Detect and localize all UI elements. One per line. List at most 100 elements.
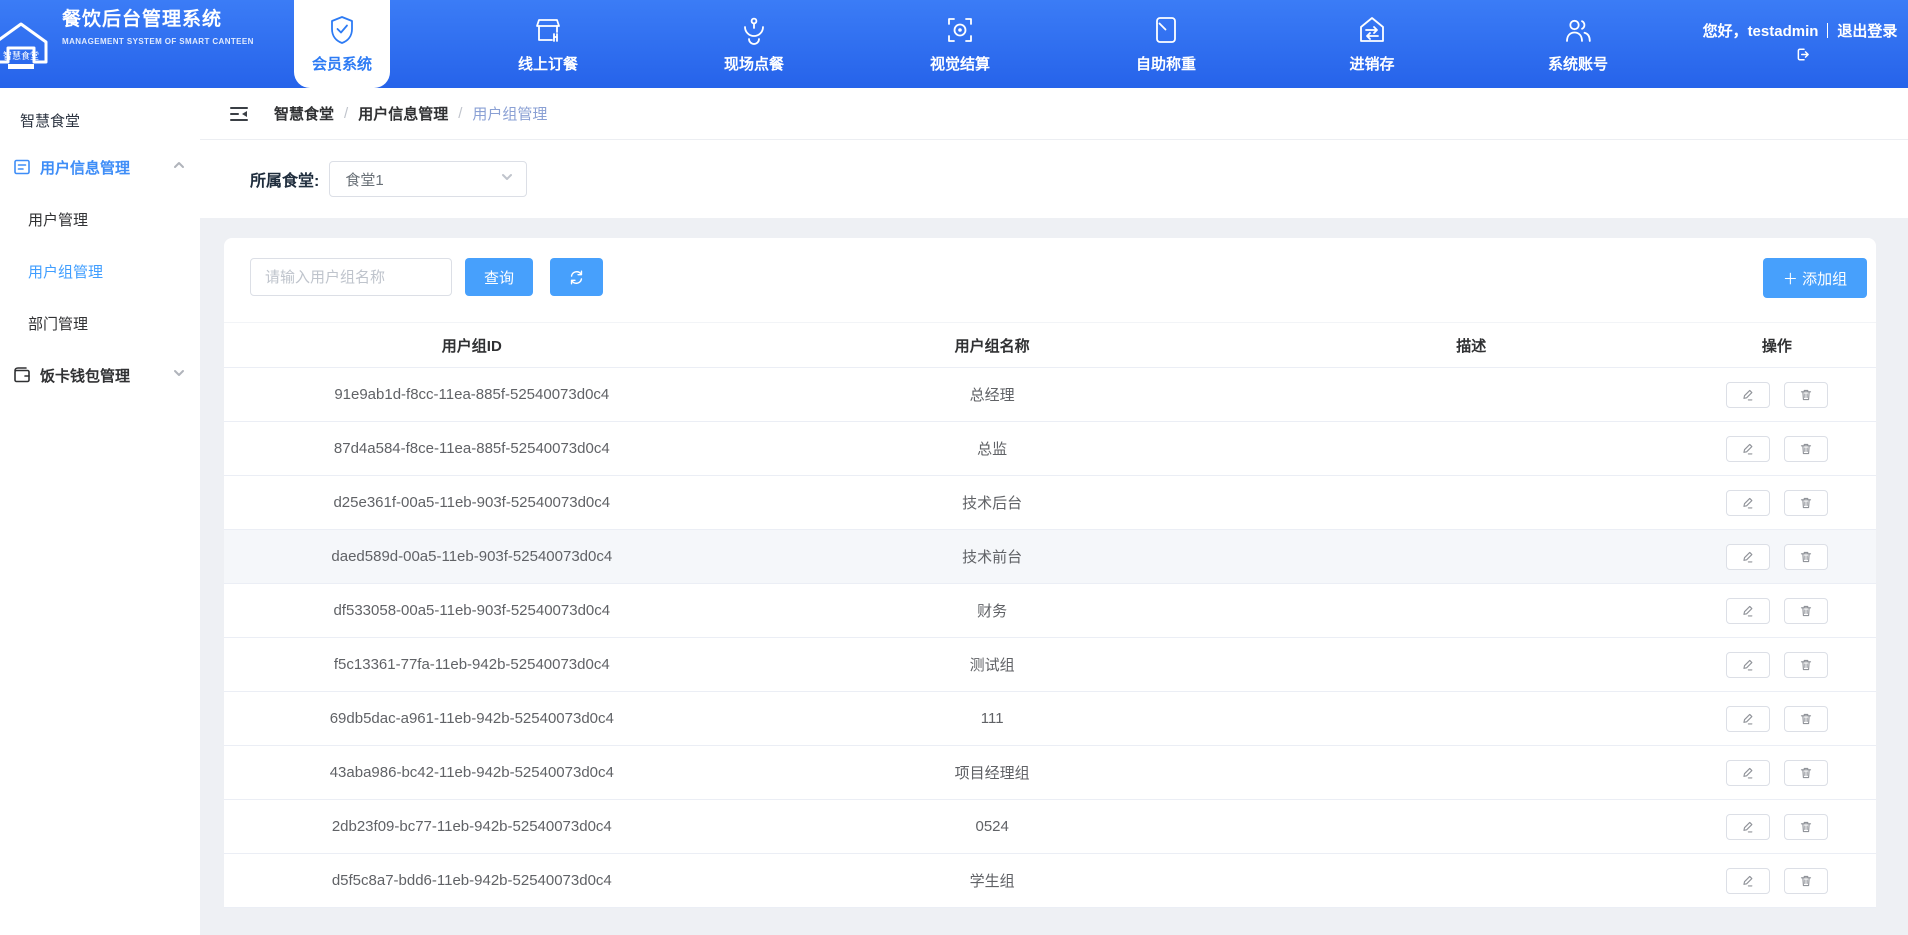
chevron-down-icon bbox=[172, 366, 186, 384]
nav-label: 线上订餐 bbox=[518, 53, 578, 74]
edit-button[interactable] bbox=[1726, 706, 1770, 732]
refresh-button[interactable] bbox=[550, 258, 603, 296]
group-name-search-input[interactable] bbox=[250, 258, 452, 296]
group-name-cell: 总经理 bbox=[720, 384, 1265, 405]
sidebar-item-用户管理[interactable]: 用户管理 bbox=[0, 193, 200, 245]
breadcrumb-bar: 智慧食堂/用户信息管理/用户组管理 bbox=[200, 88, 1908, 140]
app-title: 餐饮后台管理系统 bbox=[62, 4, 254, 31]
pencil-icon bbox=[1741, 442, 1755, 456]
breadcrumb-item[interactable]: 用户信息管理 bbox=[358, 103, 448, 124]
sidebar-item-用户组管理[interactable]: 用户组管理 bbox=[0, 245, 200, 297]
group-id-cell: d25e361f-00a5-11eb-903f-52540073d0c4 bbox=[224, 494, 720, 511]
table-body: 91e9ab1d-f8cc-11ea-885f-52540073d0c4 总经理… bbox=[224, 368, 1876, 908]
sidebar-item-部门管理[interactable]: 部门管理 bbox=[0, 297, 200, 349]
logo-text: 智慧食堂 bbox=[3, 50, 39, 61]
sidebar: 智慧食堂 用户信息管理用户管理用户组管理部门管理饭卡钱包管理 bbox=[0, 88, 200, 935]
edit-button[interactable] bbox=[1726, 760, 1770, 786]
main-content: 智慧食堂/用户信息管理/用户组管理 所属食堂: 食堂1 查询 ＋ 添加组 用户组… bbox=[200, 88, 1908, 935]
edit-button[interactable] bbox=[1726, 652, 1770, 678]
table-row: 69db5dac-a961-11eb-942b-52540073d0c4 111 bbox=[224, 692, 1876, 746]
query-button[interactable]: 查询 bbox=[465, 258, 533, 296]
canteen-filter-label: 所属食堂: bbox=[250, 167, 319, 191]
logout-icon[interactable] bbox=[1790, 47, 1810, 64]
sidebar-title: 智慧食堂 bbox=[20, 110, 200, 131]
user-group-table: 用户组ID用户组名称描述操作 91e9ab1d-f8cc-11ea-885f-5… bbox=[224, 322, 1876, 908]
badge-check-icon bbox=[326, 14, 358, 46]
delete-button[interactable] bbox=[1784, 598, 1828, 624]
sidebar-group-用户信息管理[interactable]: 用户信息管理 bbox=[0, 141, 200, 193]
canteen-logo-icon: 智慧食堂 bbox=[0, 18, 54, 74]
header-nav-item[interactable]: 系统账号 bbox=[1530, 0, 1626, 88]
card-toolbar: 查询 ＋ 添加组 bbox=[224, 238, 1876, 322]
wallet-icon bbox=[12, 365, 32, 385]
nav-label: 自助称重 bbox=[1136, 53, 1196, 74]
delete-button[interactable] bbox=[1784, 706, 1828, 732]
add-group-button[interactable]: ＋ 添加组 bbox=[1763, 258, 1867, 298]
edit-button[interactable] bbox=[1726, 490, 1770, 516]
nav-label: 会员系统 bbox=[312, 53, 372, 74]
pencil-icon bbox=[1741, 550, 1755, 564]
edit-button[interactable] bbox=[1726, 544, 1770, 570]
row-actions bbox=[1678, 814, 1876, 840]
sidebar-menu: 用户信息管理用户管理用户组管理部门管理饭卡钱包管理 bbox=[0, 141, 200, 401]
table-row: d5f5c8a7-bdd6-11eb-942b-52540073d0c4 学生组 bbox=[224, 854, 1876, 908]
table-row: 2db23f09-bc77-11eb-942b-52540073d0c4 052… bbox=[224, 800, 1876, 854]
pencil-icon bbox=[1741, 712, 1755, 726]
header-nav-item[interactable]: 线上订餐 bbox=[500, 0, 596, 88]
pencil-icon bbox=[1741, 658, 1755, 672]
pencil-icon bbox=[1741, 766, 1755, 780]
row-actions bbox=[1678, 652, 1876, 678]
edit-button[interactable] bbox=[1726, 382, 1770, 408]
nav-label: 进销存 bbox=[1349, 53, 1394, 74]
group-id-cell: 87d4a584-f8ce-11ea-885f-52540073d0c4 bbox=[224, 440, 720, 457]
trash-icon bbox=[1799, 604, 1813, 618]
breadcrumb-item[interactable]: 智慧食堂 bbox=[274, 103, 334, 124]
column-header-用户组ID: 用户组ID bbox=[224, 335, 720, 356]
chevron-up-icon bbox=[172, 158, 186, 176]
group-name-cell: 总监 bbox=[720, 438, 1265, 459]
breadcrumb-separator: / bbox=[344, 105, 348, 122]
trash-icon bbox=[1799, 712, 1813, 726]
sidebar-group-饭卡钱包管理[interactable]: 饭卡钱包管理 bbox=[0, 349, 200, 401]
header-nav-item[interactable]: 视觉结算 bbox=[912, 0, 1008, 88]
delete-button[interactable] bbox=[1784, 868, 1828, 894]
pencil-icon bbox=[1741, 496, 1755, 510]
header-nav-item[interactable]: 会员系统 bbox=[294, 0, 390, 88]
delete-button[interactable] bbox=[1784, 382, 1828, 408]
edit-button[interactable] bbox=[1726, 436, 1770, 462]
table-row: 87d4a584-f8ce-11ea-885f-52540073d0c4 总监 bbox=[224, 422, 1876, 476]
pencil-icon bbox=[1741, 388, 1755, 402]
header-nav-item[interactable]: 现场点餐 bbox=[706, 0, 802, 88]
breadcrumb: 智慧食堂/用户信息管理/用户组管理 bbox=[274, 103, 547, 124]
edit-button[interactable] bbox=[1726, 598, 1770, 624]
divider bbox=[1827, 23, 1828, 38]
app-subtitle: MANAGEMENT SYSTEM OF SMART CANTEEN bbox=[62, 37, 254, 46]
trash-icon bbox=[1799, 442, 1813, 456]
trash-icon bbox=[1799, 496, 1813, 510]
table-header-row: 用户组ID用户组名称描述操作 bbox=[224, 322, 1876, 368]
delete-button[interactable] bbox=[1784, 652, 1828, 678]
delete-button[interactable] bbox=[1784, 490, 1828, 516]
edit-button[interactable] bbox=[1726, 814, 1770, 840]
header-nav-item[interactable]: 自助称重 bbox=[1118, 0, 1214, 88]
breadcrumb-item: 用户组管理 bbox=[472, 103, 547, 124]
table-row: daed589d-00a5-11eb-903f-52540073d0c4 技术前… bbox=[224, 530, 1876, 584]
delete-button[interactable] bbox=[1784, 814, 1828, 840]
canteen-select[interactable]: 食堂1 bbox=[329, 161, 527, 197]
delete-button[interactable] bbox=[1784, 436, 1828, 462]
user-area: 您好，testadmin退出登录 bbox=[1702, 0, 1898, 88]
delete-button[interactable] bbox=[1784, 760, 1828, 786]
header-nav-item[interactable]: 进销存 bbox=[1324, 0, 1420, 88]
inventory-house-icon bbox=[1356, 14, 1388, 46]
delete-button[interactable] bbox=[1784, 544, 1828, 570]
app-logo: 智慧食堂 bbox=[0, 18, 54, 74]
group-name-cell: 111 bbox=[720, 710, 1265, 727]
sidebar-group-label: 饭卡钱包管理 bbox=[40, 365, 172, 386]
cloche-icon bbox=[738, 14, 770, 46]
edit-button[interactable] bbox=[1726, 868, 1770, 894]
refresh-icon bbox=[568, 269, 585, 286]
logout-button[interactable]: 退出登录 bbox=[1837, 23, 1897, 40]
row-actions bbox=[1678, 706, 1876, 732]
collapse-menu-icon[interactable] bbox=[228, 103, 250, 125]
trash-icon bbox=[1799, 820, 1813, 834]
